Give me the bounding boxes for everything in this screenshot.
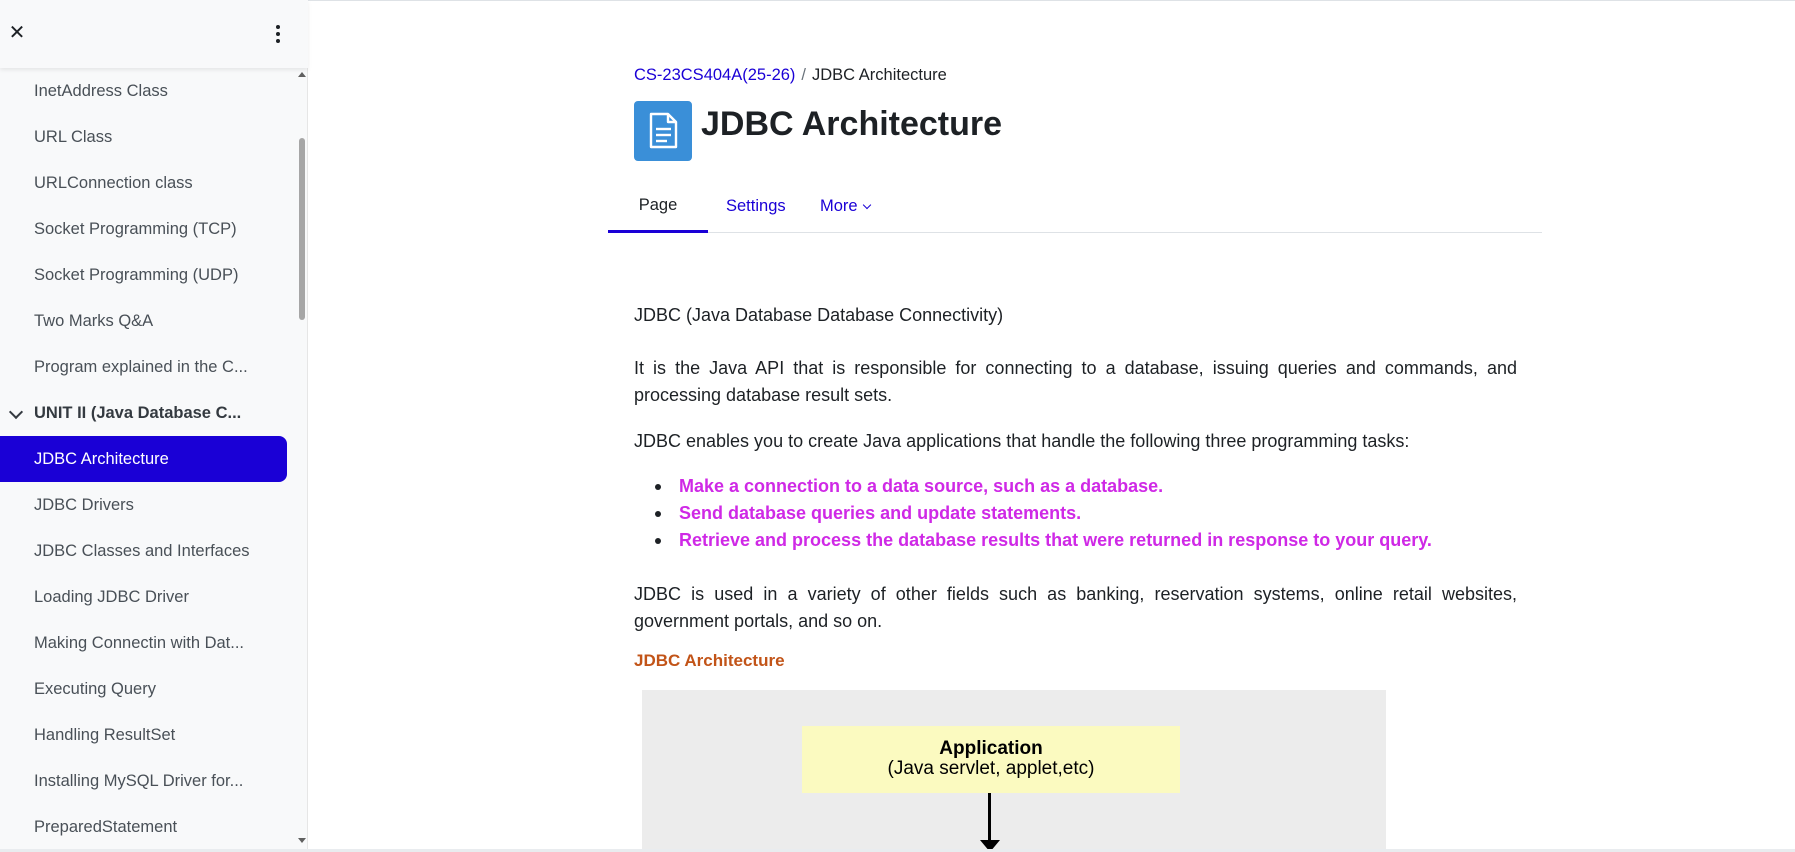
- sidebar-item[interactable]: Loading JDBC Driver: [0, 574, 287, 620]
- scroll-up-arrow-icon[interactable]: [298, 72, 306, 77]
- paragraph: It is the Java API that is responsible f…: [634, 358, 1517, 405]
- sidebar-item[interactable]: InetAddress Class: [0, 68, 287, 114]
- sidebar-item-label: PreparedStatement: [34, 817, 178, 836]
- secondary-navigation: Page Settings More: [608, 180, 1542, 233]
- sidebar-item[interactable]: Socket Programming (TCP): [0, 206, 287, 252]
- intro-line: JDBC (Java Database Database Connectivit…: [634, 305, 1004, 325]
- sidebar-item[interactable]: URLConnection class: [0, 160, 287, 206]
- course-index-list: InetAddress Class URL Class URLConnectio…: [0, 68, 296, 852]
- tab-more-label: More: [820, 197, 858, 215]
- sidebar-item[interactable]: Socket Programming (UDP): [0, 252, 287, 298]
- sidebar-item-label: Socket Programming (TCP): [34, 219, 237, 238]
- breadcrumb-separator: /: [801, 66, 807, 84]
- breadcrumb-current: JDBC Architecture: [812, 66, 947, 84]
- chevron-down-icon: [862, 200, 871, 209]
- sidebar-item[interactable]: PreparedStatement: [0, 804, 287, 850]
- sidebar-section-unit-2[interactable]: UNIT II (Java Database C...: [0, 390, 287, 436]
- tab-settings-label: Settings: [726, 197, 786, 215]
- section-heading: JDBC Architecture: [634, 651, 785, 670]
- tab-page[interactable]: Page: [608, 180, 708, 233]
- sidebar-item-label: Installing MySQL Driver for...: [34, 771, 244, 790]
- application-title: Application: [939, 738, 1043, 759]
- kebab-menu-icon[interactable]: [268, 22, 288, 46]
- paragraph: JDBC is used in a variety of other field…: [634, 584, 1517, 631]
- sidebar-item-label: JDBC Drivers: [34, 495, 134, 514]
- sidebar-section-label: UNIT II (Java Database C...: [34, 403, 242, 422]
- sidebar-item-label: Handling ResultSet: [34, 725, 176, 744]
- tab-settings[interactable]: Settings: [708, 180, 804, 233]
- sidebar-item[interactable]: URL Class: [0, 114, 287, 160]
- breadcrumb-course-link[interactable]: CS-23CS404A(25-26): [634, 66, 795, 84]
- sidebar-item[interactable]: Program explained in the C...: [0, 344, 287, 390]
- sidebar-item-label: URL Class: [34, 127, 113, 146]
- list-item: Send database queries and update stateme…: [655, 500, 1432, 527]
- application-subtitle: (Java servlet, applet,etc): [887, 758, 1095, 779]
- breadcrumb: CS-23CS404A(25-26) / JDBC Architecture: [634, 66, 947, 85]
- tab-page-label: Page: [638, 195, 678, 214]
- sidebar-item[interactable]: Two Marks Q&A: [0, 298, 287, 344]
- scroll-down-arrow-icon[interactable]: [298, 838, 306, 843]
- list-item: Make a connection to a data source, such…: [655, 473, 1432, 500]
- page-icon: [634, 101, 692, 161]
- sidebar-item-label: Loading JDBC Driver: [34, 587, 189, 606]
- sidebar-item-label: Executing Query: [34, 679, 156, 698]
- paragraph: JDBC enables you to create Java applicat…: [634, 431, 1410, 451]
- architecture-diagram: Application (Java servlet, applet,etc): [642, 690, 1386, 852]
- sidebar-item-label: InetAddress Class: [34, 81, 168, 100]
- sidebar-item-active[interactable]: JDBC Architecture: [0, 436, 287, 482]
- course-index-drawer: ✕ InetAddress Class URL Class URLConnect…: [0, 0, 308, 852]
- sidebar-item-label: Socket Programming (UDP): [34, 265, 239, 284]
- page-title: JDBC Architecture: [701, 105, 1003, 143]
- main-region: CS-23CS404A(25-26) / JDBC Architecture JDB…: [308, 0, 1795, 852]
- sidebar-item[interactable]: JDBC Drivers: [0, 482, 287, 528]
- sidebar-item[interactable]: Executing Query: [0, 666, 287, 712]
- sidebar-item[interactable]: Handling ResultSet: [0, 712, 287, 758]
- sidebar-scrollbar[interactable]: [296, 68, 308, 852]
- sidebar-item[interactable]: JDBC Classes and Interfaces: [0, 528, 287, 574]
- tab-more[interactable]: More: [802, 180, 888, 233]
- sidebar-item[interactable]: Making Connectin with Dat...: [0, 620, 287, 666]
- chevron-down-icon[interactable]: [8, 404, 24, 420]
- sidebar-item-label: Two Marks Q&A: [34, 311, 154, 330]
- application-box: Application (Java servlet, applet,etc): [802, 726, 1180, 793]
- sidebar-item-label: URLConnection class: [34, 173, 193, 192]
- sidebar-item[interactable]: Installing MySQL Driver for...: [0, 758, 287, 804]
- sidebar-item-label: JDBC Architecture: [34, 449, 169, 468]
- sidebar-item-label: Program explained in the C...: [34, 357, 248, 376]
- sidebar-item-label: Making Connectin with Dat...: [34, 633, 245, 652]
- task-list: Make a connection to a data source, such…: [655, 473, 1432, 554]
- drawer-header: ✕: [0, 0, 308, 68]
- scrollbar-thumb[interactable]: [299, 138, 305, 320]
- list-item: Retrieve and process the database result…: [655, 527, 1432, 554]
- arrow-line: [988, 793, 991, 843]
- close-icon[interactable]: ✕: [6, 22, 28, 44]
- sidebar-item-label: JDBC Classes and Interfaces: [34, 541, 250, 560]
